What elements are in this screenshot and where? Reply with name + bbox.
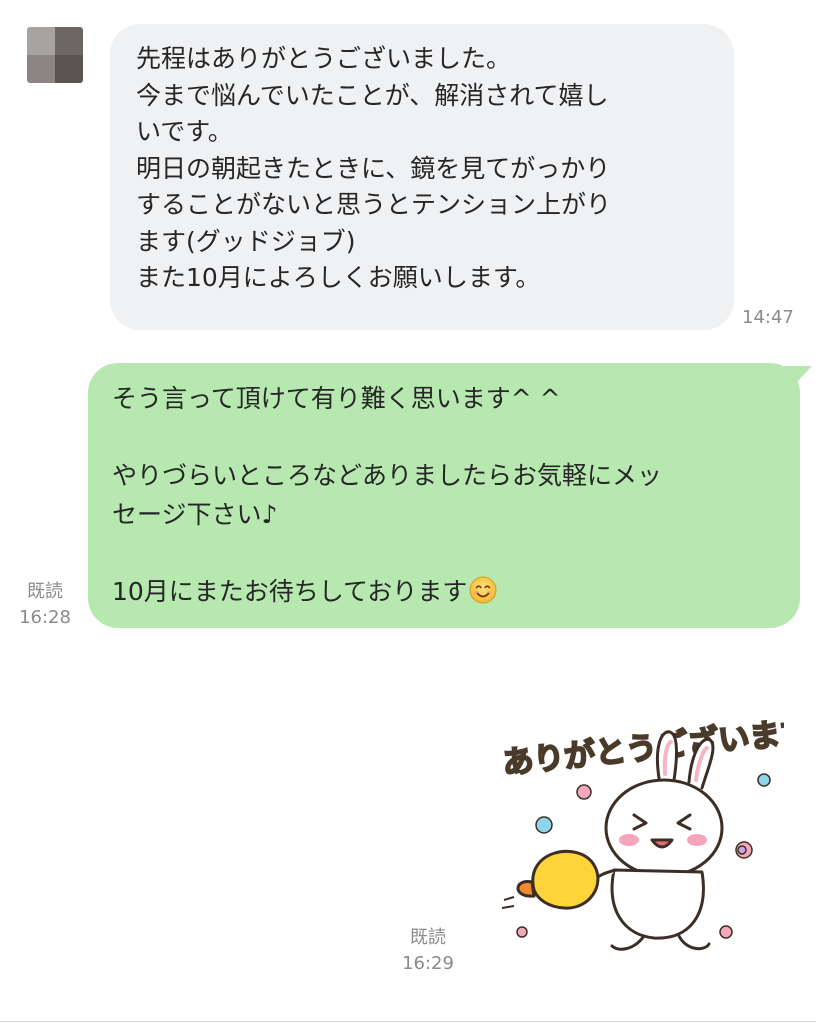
message-line: やりづらいところなどありましたらお気軽にメッ — [112, 461, 663, 490]
bunny-thank-you-sticker[interactable]: ありがとうございます! ありがとうございます! — [494, 700, 784, 960]
read-receipt: 既読 — [410, 927, 446, 948]
outgoing-message-bubble[interactable]: そう言って頂けて有り難く思います^ ^ やりづらいところなどありましたらお気軽に… — [88, 363, 800, 628]
message-line: することがないと思うとテンション上がり — [136, 190, 612, 219]
outgoing-message-time: 16:28 — [19, 607, 71, 628]
chick-character — [501, 849, 600, 910]
read-receipt: 既読 — [27, 581, 63, 602]
message-line: また10月によろしくお願いします。 — [136, 263, 541, 292]
sticker-message-time: 16:29 — [402, 953, 454, 974]
outgoing-message-status: 既読 16:28 — [14, 579, 76, 631]
avatar-pixel — [27, 27, 55, 55]
message-line: 今まで悩んでいたことが、解消されて嬉し — [136, 80, 609, 110]
incoming-message-time: 14:47 — [742, 307, 794, 328]
message-line: 先程はありがとうございました。 — [136, 44, 512, 73]
message-line — [112, 419, 778, 458]
sticker-lettering: ありがとうございます! — [501, 712, 784, 782]
avatar-pixel — [27, 55, 55, 83]
message-line: 明日の朝起きたときに、鏡を見てがっかり — [136, 153, 611, 183]
message-line: いです。 — [136, 117, 233, 146]
divider — [0, 1021, 816, 1022]
message-line: セージ下さい♪ — [112, 499, 278, 529]
sender-avatar[interactable] — [27, 27, 83, 83]
message-line — [112, 534, 778, 573]
message-line: ます(グッドジョブ) — [136, 226, 356, 256]
flower-decoration — [737, 845, 747, 855]
message-line-text: 10月にまたお待ちしております — [112, 576, 468, 606]
incoming-message-bubble[interactable]: 先程はありがとうございました。 今まで悩んでいたことが、解消されて嬉し いです。… — [110, 24, 734, 330]
message-line-with-emoji: 10月にまたお待ちしております — [112, 573, 778, 612]
chat-screen: 先程はありがとうございました。 今まで悩んでいたことが、解消されて嬉し いです。… — [0, 0, 816, 1024]
avatar-pixel — [55, 27, 83, 55]
smiling-face-icon — [469, 576, 497, 603]
avatar-pixel — [55, 55, 83, 83]
message-line: そう言って頂けて有り難く思います^ ^ — [112, 384, 561, 413]
sticker-message-status: 既読 16:29 — [392, 925, 464, 977]
